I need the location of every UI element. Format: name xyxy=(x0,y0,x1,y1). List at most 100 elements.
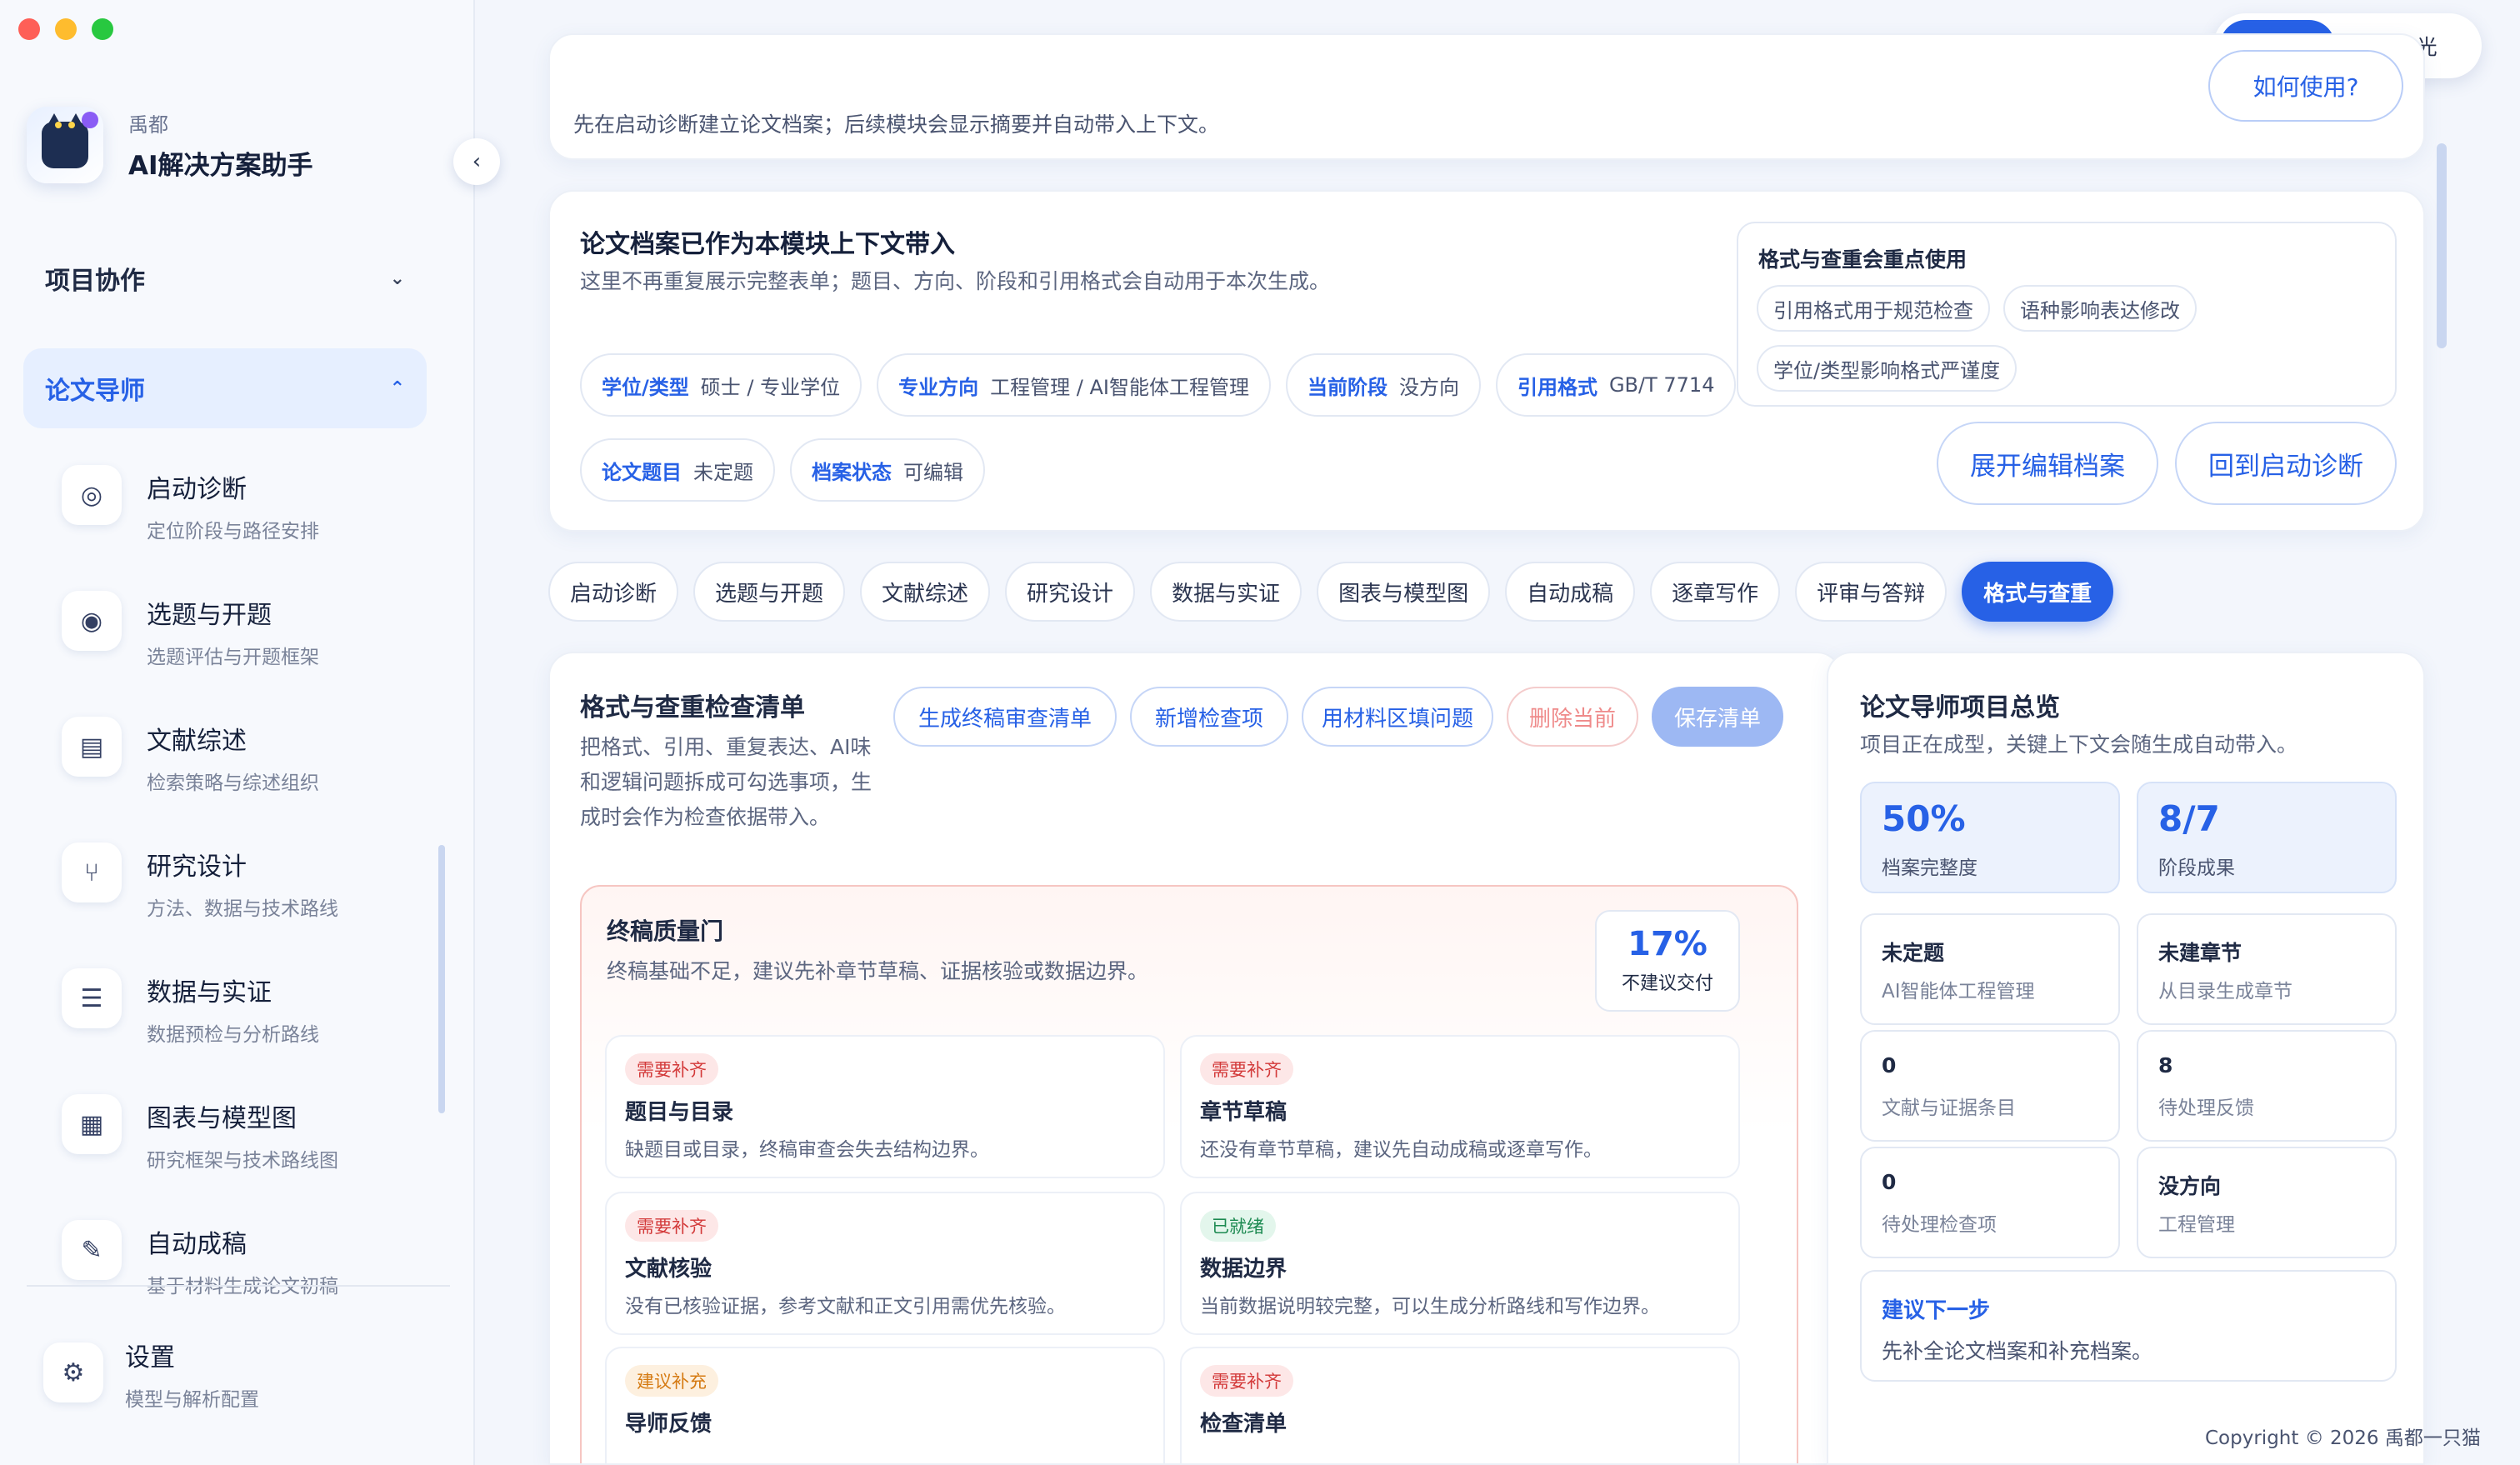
document-icon: ✎ xyxy=(62,1220,122,1280)
sidebar-item-research-design[interactable]: ⑂ 研究设计 方法、数据与技术路线 xyxy=(62,826,412,952)
chip-status: 档案状态 可编辑 xyxy=(790,438,985,502)
add-check-item-button[interactable]: 新增检查项 xyxy=(1130,687,1288,747)
sidebar-item-desc: 基于材料生成论文初稿 xyxy=(147,1276,338,1298)
stat-topic: 未定题 AI智能体工程管理 xyxy=(1860,913,2120,1025)
sidebar-scrollbar[interactable] xyxy=(438,845,445,1113)
sidebar-item-topic[interactable]: ◉ 选题与开题 选题评估与开题框架 xyxy=(62,574,412,700)
gate-score-value: 17% xyxy=(1628,925,1708,963)
chip-stage: 当前阶段 没方向 xyxy=(1285,353,1481,417)
stat-value: 50% xyxy=(1882,798,1966,839)
gate-desc: 终稿基础不足，建议先补章节草稿、证据核验或数据边界。 xyxy=(607,959,1149,983)
book-icon: ▤ xyxy=(62,717,122,777)
status-badge: 需要补齐 xyxy=(625,1210,718,1242)
checklist-desc: 把格式、引用、重复表达、AI味和逻辑问题拆成可勾选事项，生成时会作为检查依据带入… xyxy=(580,735,872,829)
tab-auto-draft[interactable]: 自动成稿 xyxy=(1505,562,1636,622)
check-item-title: 检查清单 xyxy=(1200,1412,1288,1437)
check-item-desc: 还没有章节草稿，建议先自动成稿或逐章写作。 xyxy=(1200,1139,1602,1161)
delete-current-button[interactable]: 删除当前 xyxy=(1507,687,1638,747)
sidebar-item-desc: 方法、数据与技术路线 xyxy=(147,898,338,920)
grid-icon: ▦ xyxy=(62,1094,122,1154)
tab-diagnosis[interactable]: 启动诊断 xyxy=(548,562,679,622)
sidebar-item-data[interactable]: ☰ 数据与实证 数据预检与分析路线 xyxy=(62,952,412,1078)
stat-label: 从目录生成章节 xyxy=(2158,981,2292,1002)
chip-citation: 引用格式 GB/T 7714 xyxy=(1495,353,1737,417)
next-step-box[interactable]: 建议下一步 先补全论文档案和补充档案。 xyxy=(1860,1270,2397,1382)
sidebar-item-literature[interactable]: ▤ 文献综述 检索策略与综述组织 xyxy=(62,700,412,826)
status-badge: 已就绪 xyxy=(1200,1210,1276,1242)
project-overview-card: 论文导师项目总览 项目正在成型，关键上下文会随生成自动带入。 50% 档案完整度… xyxy=(1827,652,2425,1465)
context-chips-row: 论文题目 未定题 档案状态 可编辑 xyxy=(580,438,985,502)
tab-data[interactable]: 数据与实证 xyxy=(1150,562,1302,622)
gate-score: 17% 不建议交付 xyxy=(1595,910,1740,1012)
back-to-diagnosis-button[interactable]: 回到启动诊断 xyxy=(2175,422,2397,505)
sidebar-item-desc: 定位阶段与路径安排 xyxy=(147,521,319,542)
target-icon: ◉ xyxy=(62,591,122,651)
stat-direction: 没方向 工程管理 xyxy=(2137,1147,2397,1258)
next-step-desc: 先补全论文档案和补充档案。 xyxy=(1882,1339,2153,1363)
tab-review[interactable]: 评审与答辩 xyxy=(1795,562,1948,622)
stat-stage-results: 8/7 阶段成果 xyxy=(2137,782,2397,893)
status-badge: 需要补齐 xyxy=(1200,1365,1293,1397)
sidebar-item-label: 启动诊断 xyxy=(147,475,247,504)
chip-degree: 学位/类型 硕士 / 专业学位 xyxy=(580,353,862,417)
main-scrollbar[interactable] xyxy=(2437,143,2447,348)
chip-title: 论文题目 未定题 xyxy=(580,438,775,502)
check-item-desc: 缺题目或目录，终稿审查会失去结构边界。 xyxy=(625,1139,989,1161)
window-controls xyxy=(18,18,113,40)
fill-from-materials-button[interactable]: 用材料区填问题 xyxy=(1302,687,1493,747)
check-item[interactable]: 需要补齐 章节草稿 还没有章节草稿，建议先自动成稿或逐章写作。 xyxy=(1180,1035,1740,1178)
intro-text: 先在启动诊断建立论文档案；后续模块会显示摘要并自动带入上下文。 xyxy=(573,112,1220,137)
stat-label: 档案完整度 xyxy=(1882,858,1978,879)
how-to-use-button[interactable]: 如何使用? xyxy=(2208,50,2403,122)
nav-group-label: 论文导师 xyxy=(45,377,145,406)
check-item[interactable]: 需要补齐 题目与目录 缺题目或目录，终稿审查会失去结构边界。 xyxy=(605,1035,1165,1178)
check-item-title: 数据边界 xyxy=(1200,1257,1288,1282)
gate-score-label: 不建议交付 xyxy=(1621,973,1713,994)
check-item[interactable]: 需要补齐 检查清单 xyxy=(1180,1347,1740,1463)
stat-literature: 0 文献与证据条目 xyxy=(1860,1030,2120,1142)
branch-icon: ⑂ xyxy=(62,842,122,902)
stat-label: 阶段成果 xyxy=(2158,858,2235,879)
minimize-window-button[interactable] xyxy=(55,18,77,40)
settings-button[interactable]: ⚙ 设置 模型与解析配置 xyxy=(43,1333,259,1412)
format-focus-tags: 引用格式用于规范检查 语种影响表达修改 学位/类型影响格式严谨度 xyxy=(1757,285,2390,392)
tab-literature[interactable]: 文献综述 xyxy=(860,562,991,622)
nav-group-label: 项目协作 xyxy=(45,267,145,296)
tab-charts[interactable]: 图表与模型图 xyxy=(1317,562,1491,622)
tab-chapter-writing[interactable]: 逐章写作 xyxy=(1650,562,1781,622)
generate-final-checklist-button[interactable]: 生成终稿审查清单 xyxy=(893,687,1117,747)
nav-group-thesis-mentor[interactable]: 论文导师 ⌃ xyxy=(23,348,427,428)
stat-label: 待处理检查项 xyxy=(1882,1214,1997,1236)
expand-edit-profile-button[interactable]: 展开编辑档案 xyxy=(1937,422,2158,505)
sidebar-item-diagnosis[interactable]: ◎ 启动诊断 定位阶段与路径安排 xyxy=(62,448,412,574)
gate-title: 终稿质量门 xyxy=(607,918,724,945)
check-item[interactable]: 建议补充 导师反馈 xyxy=(605,1347,1165,1463)
checklist-title: 格式与查重检查清单 xyxy=(580,693,805,722)
zoom-window-button[interactable] xyxy=(92,18,113,40)
sidebar: 禹都 AI解决方案助手 项目协作 ⌄ 论文导师 ⌃ ◎ 启动诊断 定位阶段与路径… xyxy=(0,0,475,1465)
stat-value: 未定题 xyxy=(1882,941,1945,965)
sidebar-item-desc: 选题评估与开题框架 xyxy=(147,647,319,668)
tab-format-check[interactable]: 格式与查重 xyxy=(1962,562,2114,622)
sidebar-item-auto-draft[interactable]: ✎ 自动成稿 基于材料生成论文初稿 xyxy=(62,1203,412,1329)
stat-value: 8/7 xyxy=(2158,798,2220,839)
sidebar-item-desc: 检索策略与综述组织 xyxy=(147,772,319,794)
final-quality-gate: 终稿质量门 终稿基础不足，建议先补章节草稿、证据核验或数据边界。 17% 不建议… xyxy=(580,885,1798,1463)
nav-group-project[interactable]: 项目协作 ⌄ xyxy=(23,238,427,318)
save-checklist-button[interactable]: 保存清单 xyxy=(1652,687,1783,747)
stat-label: 文献与证据条目 xyxy=(1882,1098,2016,1119)
tab-topic[interactable]: 选题与开题 xyxy=(693,562,846,622)
check-item[interactable]: 需要补齐 文献核验 没有已核验证据，参考文献和正文引用需优先核验。 xyxy=(605,1192,1165,1335)
stat-value: 0 xyxy=(1882,1170,1897,1194)
brand: 禹都 AI解决方案助手 xyxy=(27,107,313,183)
close-window-button[interactable] xyxy=(18,18,40,40)
sidebar-item-label: 文献综述 xyxy=(147,727,247,756)
sidebar-sub-items: ◎ 启动诊断 定位阶段与路径安排 ◉ 选题与开题 选题评估与开题框架 ▤ 文献综… xyxy=(62,448,412,1329)
check-item[interactable]: 已就绪 数据边界 当前数据说明较完整，可以生成分析路线和写作边界。 xyxy=(1180,1192,1740,1335)
brand-subtitle: 禹都 xyxy=(128,113,168,137)
tab-research-design[interactable]: 研究设计 xyxy=(1005,562,1136,622)
sidebar-item-charts[interactable]: ▦ 图表与模型图 研究框架与技术路线图 xyxy=(62,1078,412,1203)
collapse-sidebar-button[interactable]: ‹ xyxy=(453,138,500,185)
chevron-left-icon: ‹ xyxy=(472,149,482,174)
focus-tag: 引用格式用于规范检查 xyxy=(1757,285,1990,332)
